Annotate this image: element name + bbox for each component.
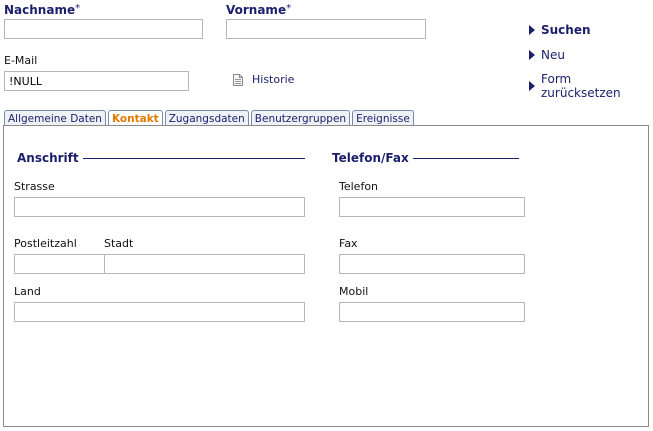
reset-form-button-label: Form zurücksetzen: [541, 72, 621, 100]
nachname-field[interactable]: [4, 19, 203, 39]
tab-benutzergruppen[interactable]: Benutzergruppen: [250, 110, 351, 125]
search-button-label: Suchen: [541, 23, 591, 37]
fax-field[interactable]: [339, 254, 525, 274]
contact-panel: [3, 125, 649, 427]
tab-kontakt[interactable]: Kontakt: [107, 110, 163, 125]
historie-link[interactable]: Historie: [252, 73, 294, 86]
play-arrow-icon: [529, 50, 535, 60]
reset-form-button[interactable]: Form zurücksetzen: [529, 72, 653, 100]
nachname-label: Nachname*: [4, 3, 81, 17]
phone-field[interactable]: [339, 197, 525, 217]
fax-label: Fax: [339, 237, 358, 250]
address-section-heading: Anschrift: [17, 151, 305, 165]
email-label: E-Mail: [4, 54, 38, 67]
country-field[interactable]: [14, 302, 305, 322]
play-arrow-icon: [529, 25, 535, 35]
tab-zugangsdaten[interactable]: Zugangsdaten: [164, 110, 249, 125]
city-label: Stadt: [104, 237, 134, 250]
street-label: Strasse: [14, 180, 55, 193]
search-button[interactable]: Suchen: [529, 23, 591, 37]
zip-label: Postleitzahl: [14, 237, 77, 250]
phone-section-heading: Telefon/Fax: [332, 151, 519, 165]
country-label: Land: [14, 285, 41, 298]
email-field[interactable]: [4, 71, 189, 91]
document-icon[interactable]: [233, 74, 243, 86]
new-button[interactable]: Neu: [529, 48, 565, 62]
section-divider: [82, 157, 305, 159]
new-button-label: Neu: [541, 48, 565, 62]
zip-field[interactable]: [14, 254, 105, 274]
mobile-label: Mobil: [339, 285, 369, 298]
tab-bar: Allgemeine Daten Kontakt Zugangsdaten Be…: [4, 110, 416, 126]
tab-allgemeine-daten[interactable]: Allgemeine Daten: [4, 110, 106, 125]
phone-label: Telefon: [339, 180, 379, 193]
vorname-field[interactable]: [226, 19, 426, 39]
mobile-field[interactable]: [339, 302, 525, 322]
tab-ereignisse[interactable]: Ereignisse: [352, 110, 414, 125]
section-divider: [412, 157, 519, 159]
city-field[interactable]: [104, 254, 305, 274]
play-arrow-icon: [529, 81, 535, 91]
vorname-label: Vorname*: [226, 3, 292, 17]
street-field[interactable]: [14, 197, 305, 217]
